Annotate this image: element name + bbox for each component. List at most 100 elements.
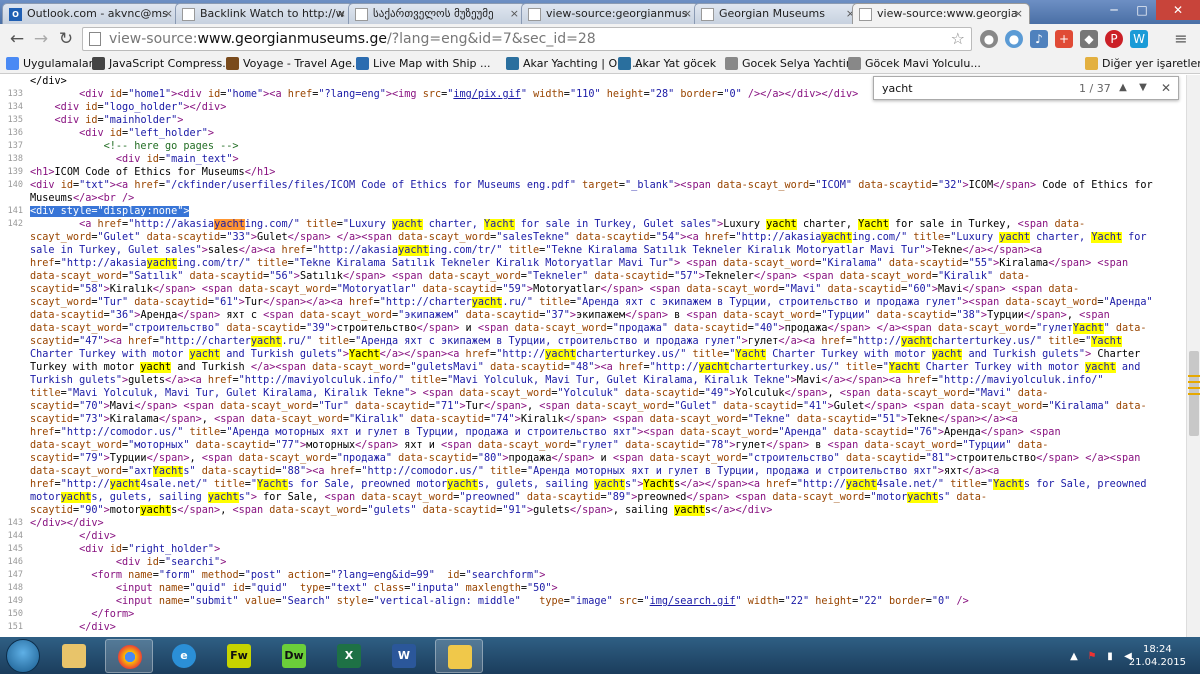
action-center-icon[interactable]: ⚑ — [1086, 651, 1098, 663]
source-line: 148 <input name="quid" id="quid" type="t… — [0, 582, 1186, 595]
extension-icon[interactable]: W — [1130, 30, 1148, 48]
close-tab-icon[interactable]: × — [337, 7, 346, 20]
extension-icon[interactable]: ● — [1005, 30, 1023, 48]
tab-label: Georgian Museums — [719, 7, 825, 20]
bookmark-item[interactable]: Gocek Selya Yachting — [725, 57, 860, 70]
shield-icon[interactable]: ◆ — [1080, 30, 1098, 48]
browser-tab[interactable]: view-source:www.georgia × — [852, 3, 1030, 24]
bookmark-label: Göcek Mavi Yolculu... — [865, 57, 981, 70]
bookmark-label: Voyage - Travel Age... — [243, 57, 363, 70]
taskbar-app[interactable]: Dw — [270, 639, 318, 673]
menu-icon[interactable]: ≡ — [1172, 30, 1190, 48]
close-tab-icon[interactable]: × — [1014, 7, 1023, 20]
close-tab-icon[interactable]: × — [164, 7, 173, 20]
browser-tab[interactable]: Backlink Watch to http://w × — [175, 3, 353, 24]
notification-icon[interactable]: ♪ — [1030, 30, 1048, 48]
browser-tab[interactable]: view-source:georgianmus × — [521, 3, 699, 24]
line-code: </div> — [30, 76, 67, 87]
bookmark-icon — [92, 57, 105, 70]
find-input[interactable]: yacht — [882, 82, 913, 95]
taskbar-app[interactable]: W — [380, 639, 428, 673]
line-number: 133 — [7, 89, 23, 99]
close-window-icon[interactable]: ✕ — [1156, 0, 1200, 20]
browser-tab[interactable]: O Outlook.com - akvnc@ms × — [2, 3, 180, 24]
line-number: 147 — [7, 570, 23, 580]
back-arrow-icon[interactable]: ← — [6, 28, 28, 50]
bookmarks-bar: Uygulamalar JavaScript Compress... Voyage … — [0, 54, 1200, 74]
page-icon — [355, 8, 368, 21]
bookmark-item[interactable]: Akar Yat göcek — [618, 57, 716, 70]
scrollbar[interactable] — [1186, 75, 1200, 637]
close-tab-icon[interactable]: × — [510, 7, 519, 20]
pinterest-icon[interactable]: P — [1105, 30, 1123, 48]
source-line: motoryachts, gulets, sailing yachts"> fo… — [0, 491, 1186, 504]
other-bookmarks-folder[interactable]: Diğer yer işaretleri — [1085, 57, 1200, 70]
line-code: <!-- here go pages --> — [103, 141, 239, 152]
taskbar-app[interactable]: e — [160, 639, 208, 673]
reload-icon[interactable]: ↻ — [55, 28, 77, 50]
internet-explorer-icon: e — [172, 644, 196, 668]
address-bar[interactable]: view-source:www.georgianmuseums.ge/?lang… — [82, 27, 972, 51]
bookmark-star-icon[interactable]: ☆ — [951, 28, 965, 50]
system-tray: ▲ ⚑ ▮ ◀ 18:24 21.04.2015 — [1040, 637, 1200, 674]
line-code: href="http://comodor.us/" title="Аренда … — [30, 427, 1061, 438]
taskbar-app[interactable] — [105, 639, 153, 673]
bookmark-label: JavaScript Compress... — [109, 57, 233, 70]
start-button[interactable] — [6, 639, 40, 673]
browser-tab[interactable]: Georgian Museums × — [694, 3, 862, 24]
line-number: 138 — [7, 154, 23, 164]
clock-date: 21.04.2015 — [1128, 657, 1186, 668]
line-code: title="Mavi Yolculuk, Mavi Tur, Gulet Ki… — [30, 388, 1049, 399]
tray-arrow-icon[interactable]: ▲ — [1068, 651, 1080, 663]
plus-icon[interactable]: + — [1055, 30, 1073, 48]
maximize-icon[interactable]: □ — [1128, 0, 1156, 20]
address-path: /?lang=eng&id=7&sec_id=28 — [387, 31, 596, 47]
taskbar-app[interactable]: X — [325, 639, 373, 673]
folder-icon — [1085, 57, 1098, 70]
line-code: Museums</a><br /> — [30, 193, 135, 204]
line-code: <div id="logo_holder"></div> — [54, 102, 227, 113]
line-code: <div id="right_holder"> — [79, 544, 221, 555]
taskbar-app[interactable] — [50, 639, 98, 673]
find-previous-icon[interactable]: ▲ — [1114, 79, 1132, 97]
bookmark-icon — [226, 57, 239, 70]
network-icon[interactable]: ▮ — [1104, 651, 1116, 663]
forward-arrow-icon[interactable]: → — [30, 28, 52, 50]
bookmark-label: Live Map with Ship ... — [373, 57, 491, 70]
source-line: scaytid="79">Турции</span>, <span data-s… — [0, 452, 1186, 465]
source-line: 149 <input name="submit" value="Search" … — [0, 595, 1186, 608]
source-line: data-scayt_word="ахтYachts" data-scaytid… — [0, 465, 1186, 478]
close-tab-icon[interactable]: × — [683, 7, 692, 20]
source-line: 136 <div id="left_holder"> — [0, 127, 1186, 140]
line-number: 134 — [7, 102, 23, 112]
page-icon — [89, 32, 101, 46]
source-line: scaytid="73">Kiralama</span>, <span data… — [0, 413, 1186, 426]
find-close-icon[interactable]: ✕ — [1157, 79, 1175, 97]
bookmark-item[interactable]: Uygulamalar — [6, 57, 93, 70]
line-code: <input name="quid" id="quid" type="text"… — [115, 583, 558, 594]
line-number: 146 — [7, 557, 23, 567]
browser-tab[interactable]: საქართველოს მუზეუმე × — [348, 3, 526, 24]
taskbar-app[interactable]: Fw — [215, 639, 263, 673]
source-line: 151 </div> — [0, 621, 1186, 634]
line-code: motoryachts, gulets, sailing yachts"> fo… — [30, 492, 988, 503]
bookmark-item[interactable]: JavaScript Compress... — [92, 57, 233, 70]
extension-icon[interactable]: ● — [980, 30, 998, 48]
taskbar-app[interactable] — [435, 639, 483, 673]
line-code: <div id="mainholder"> — [54, 115, 184, 126]
tab-label: Outlook.com - akvnc@ms — [27, 7, 168, 20]
bookmark-item[interactable]: Voyage - Travel Age... — [226, 57, 362, 70]
line-number: 141 — [7, 206, 23, 216]
bookmark-item[interactable]: Live Map with Ship ... — [356, 57, 490, 70]
bookmark-icon — [618, 57, 631, 70]
minimize-icon[interactable]: ─ — [1100, 0, 1128, 20]
tab-label: Backlink Watch to http://w — [200, 7, 345, 20]
find-next-icon[interactable]: ▼ — [1134, 79, 1152, 97]
line-code: <div id="left_holder"> — [79, 128, 215, 139]
source-line: href="http://akasiayachting.com/tr/" tit… — [0, 257, 1186, 270]
page-icon — [182, 8, 195, 21]
line-code: <div id="main_text"> — [115, 154, 239, 165]
clock[interactable]: 18:24 21.04.2015 — [1129, 643, 1186, 669]
bookmark-item[interactable]: Göcek Mavi Yolculu... — [848, 57, 981, 70]
source-line: Museums</a><br /> — [0, 192, 1186, 205]
